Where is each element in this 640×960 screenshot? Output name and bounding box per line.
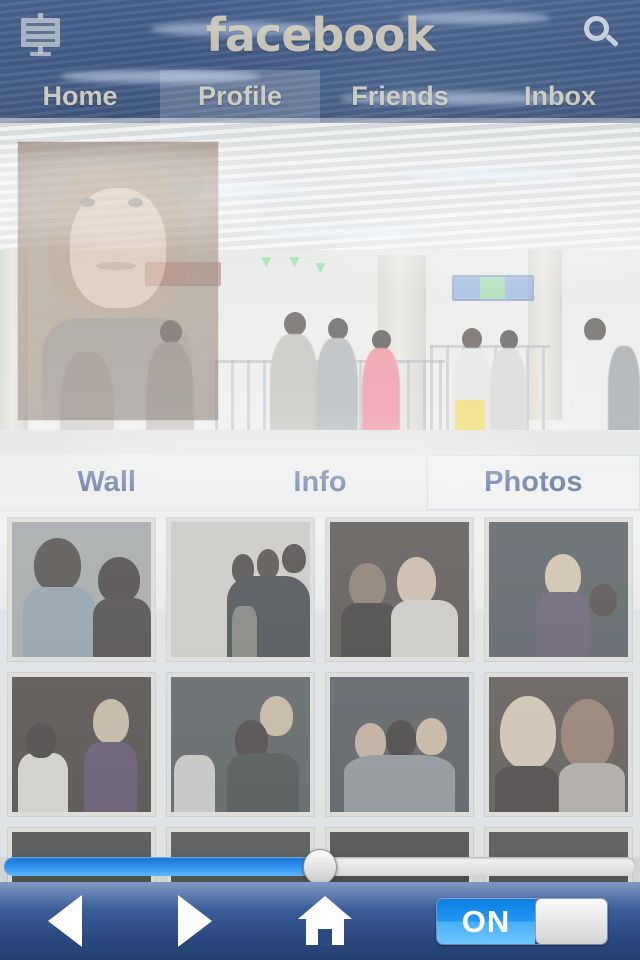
photo-thumbnail[interactable] xyxy=(167,673,314,816)
back-arrow-icon xyxy=(48,895,82,947)
photo-thumbnail[interactable] xyxy=(485,673,632,816)
profile-subtabs: Wall Info Photos xyxy=(0,455,640,510)
nav-tab-profile[interactable]: Profile xyxy=(160,70,320,123)
photo-grid xyxy=(0,512,640,960)
nav-tab-friends[interactable]: Friends xyxy=(320,70,480,123)
bottom-toolbar: ON xyxy=(0,882,640,960)
toggle-label: ON xyxy=(437,899,535,944)
slider-fill xyxy=(4,857,320,876)
facebook-logo: facebook xyxy=(205,8,435,62)
back-button[interactable] xyxy=(0,882,130,960)
home-icon xyxy=(298,896,352,946)
photo-thumbnail[interactable] xyxy=(326,673,473,816)
subtab-info[interactable]: Info xyxy=(213,455,427,510)
zoom-slider[interactable] xyxy=(4,849,636,885)
home-button[interactable] xyxy=(260,882,390,960)
app-screen: ▼ ▼ ▼ facebook Home Profile Friends Inbo… xyxy=(0,0,640,960)
main-nav: Home Profile Friends Inbox xyxy=(0,70,640,123)
facebook-app-overlay: facebook Home Profile Friends Inbox Wall… xyxy=(0,0,640,960)
search-icon[interactable] xyxy=(580,14,622,56)
photo-thumbnail[interactable] xyxy=(8,673,155,816)
photo-thumbnail[interactable] xyxy=(485,518,632,661)
toggle-knob[interactable] xyxy=(535,899,607,944)
app-header: facebook xyxy=(0,0,640,70)
nav-tab-home[interactable]: Home xyxy=(0,70,160,123)
subtab-photos[interactable]: Photos xyxy=(426,455,640,510)
photo-thumbnail[interactable] xyxy=(167,518,314,661)
on-off-toggle[interactable]: ON xyxy=(436,898,608,945)
profile-picture[interactable] xyxy=(18,142,218,420)
forward-arrow-icon xyxy=(178,895,212,947)
slider-thumb[interactable] xyxy=(303,849,337,885)
subtab-wall[interactable]: Wall xyxy=(0,455,214,510)
forward-button[interactable] xyxy=(130,882,260,960)
nav-tab-inbox[interactable]: Inbox xyxy=(480,70,640,123)
photo-thumbnail[interactable] xyxy=(8,518,155,661)
photo-thumbnail[interactable] xyxy=(326,518,473,661)
